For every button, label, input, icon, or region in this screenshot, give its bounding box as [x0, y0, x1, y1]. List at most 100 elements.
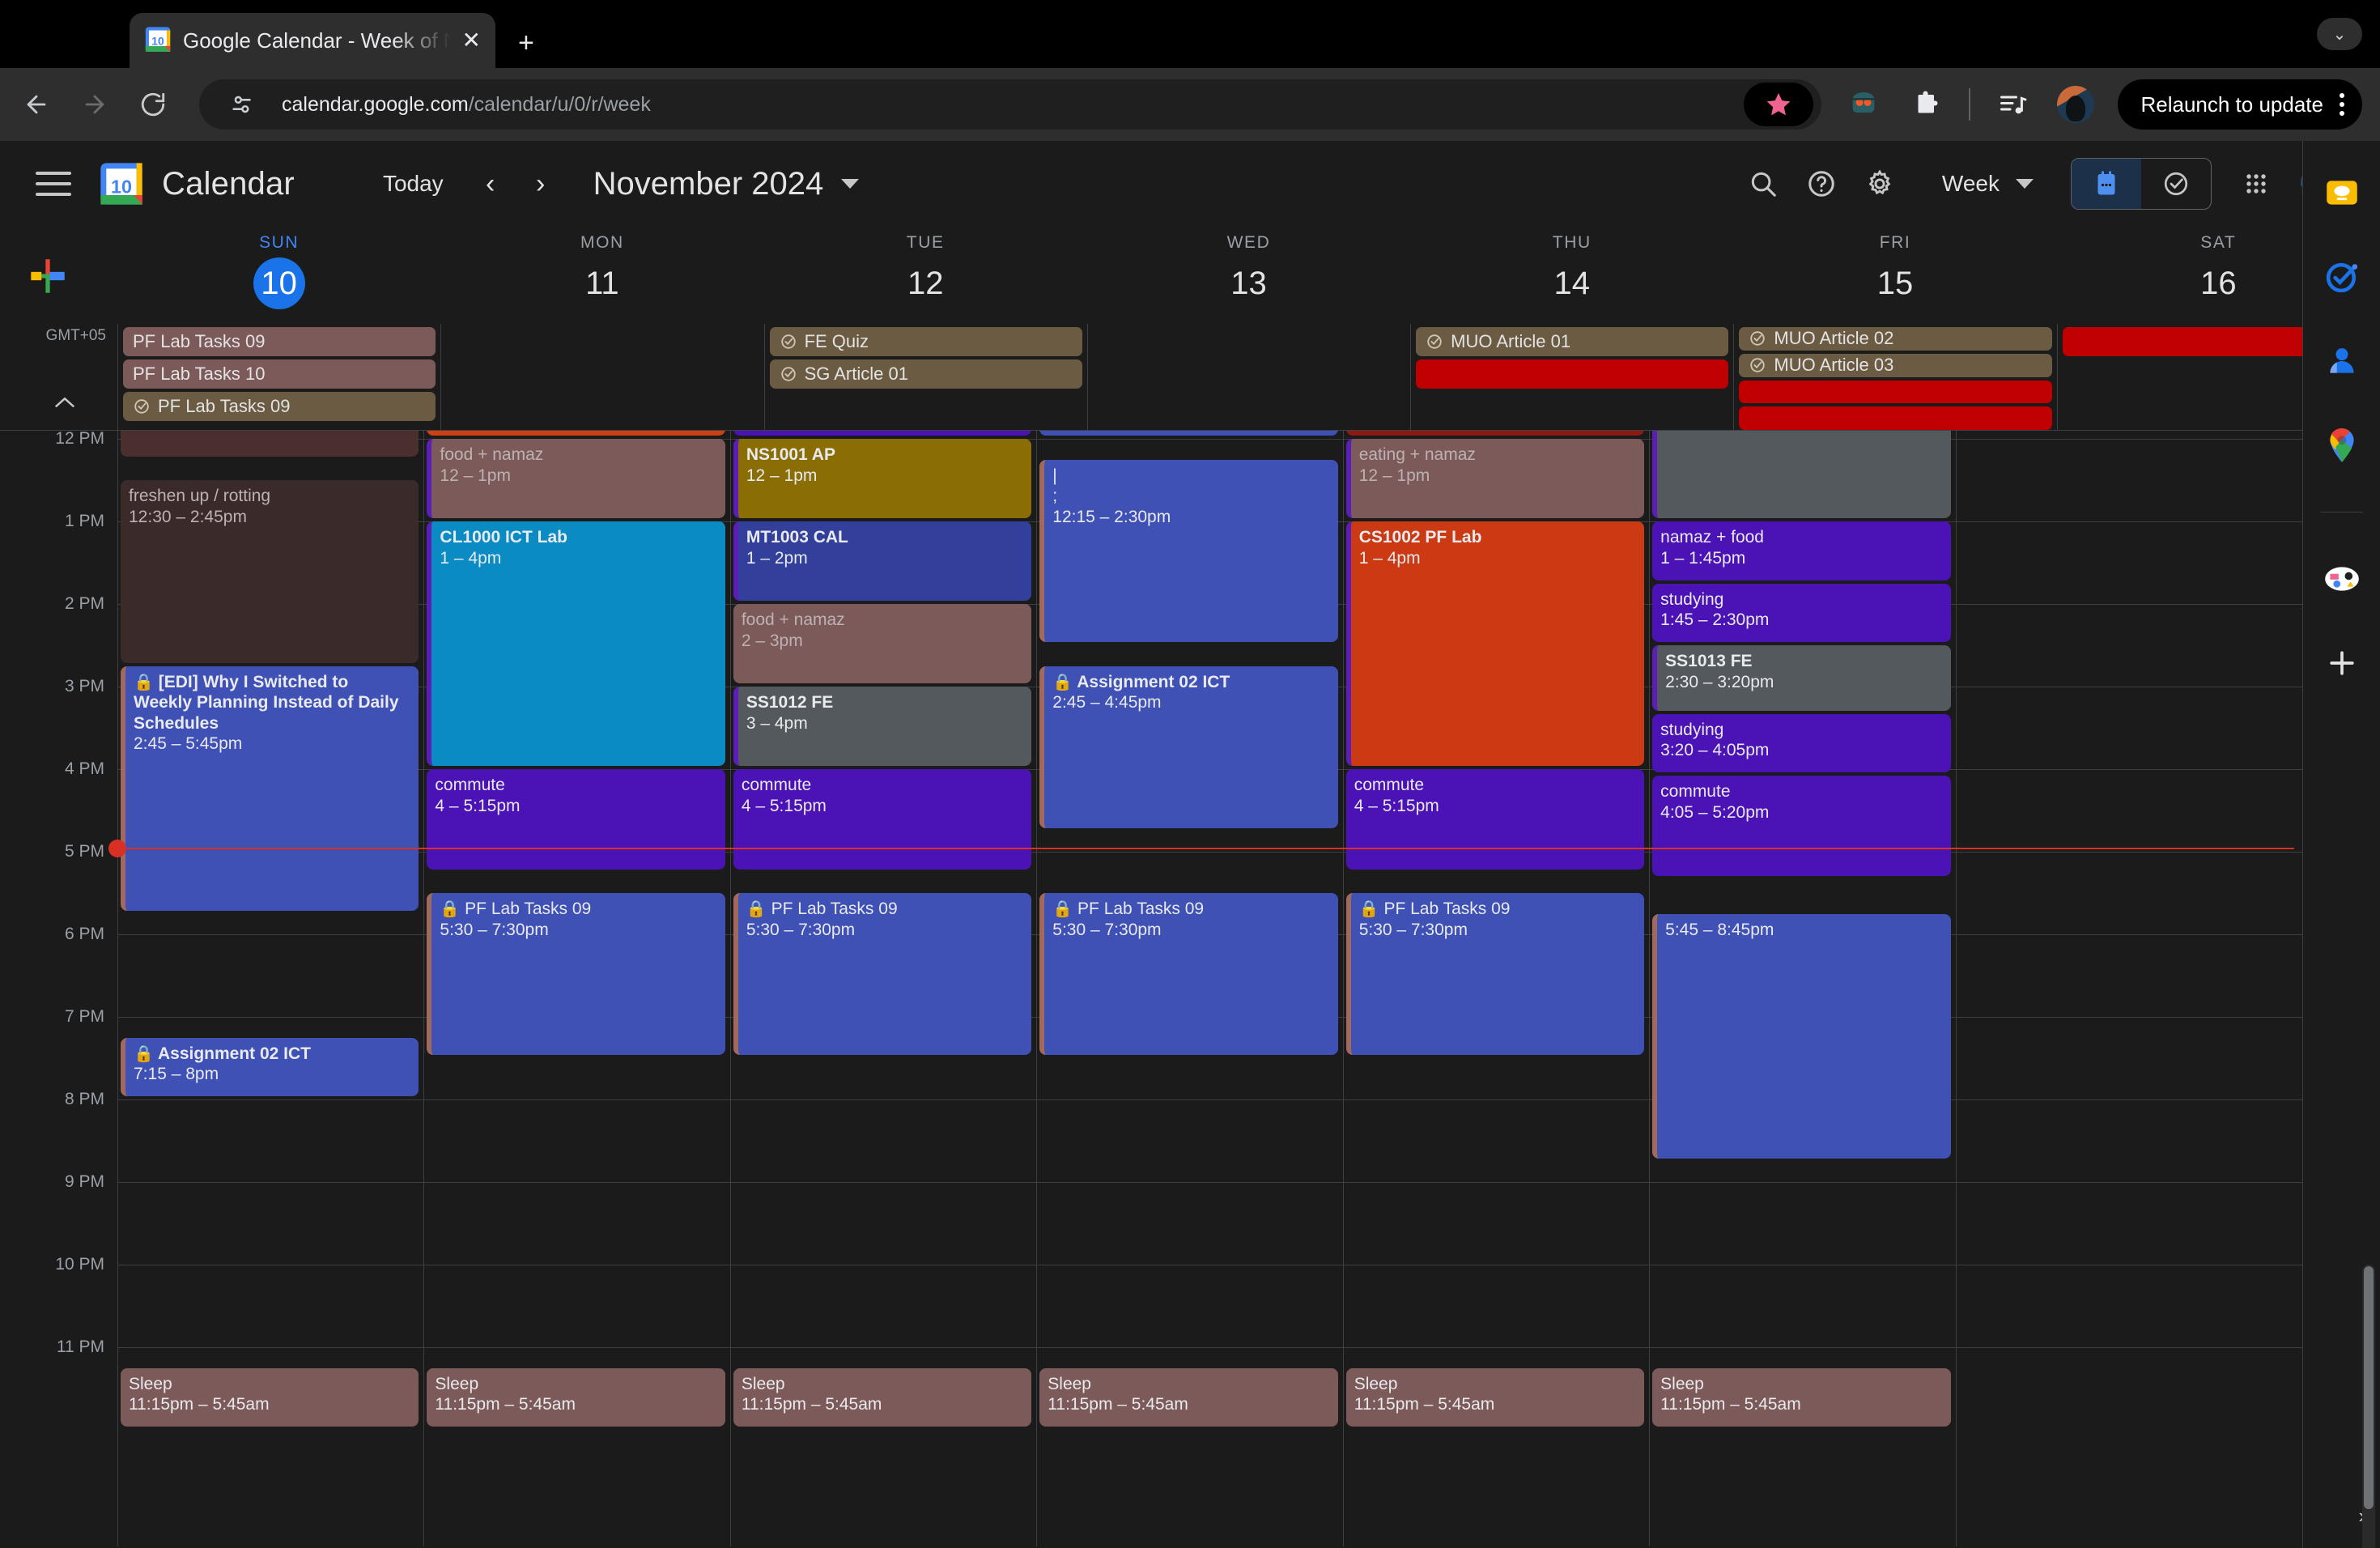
keep-icon[interactable] — [2319, 170, 2365, 215]
marketplace-icon[interactable] — [2319, 556, 2365, 602]
tasks-icon[interactable] — [2319, 254, 2365, 300]
close-icon[interactable]: ✕ — [462, 29, 481, 52]
next-week-icon[interactable]: › — [516, 159, 566, 209]
media-playlist-icon[interactable] — [1991, 83, 2034, 125]
day-header-fri[interactable]: FRI 15 — [1733, 227, 2056, 324]
calendar-event[interactable]: studying 3:20 – 4:05pm — [1652, 713, 1951, 773]
calendar-event[interactable]: food + namaz 12 – 1pm — [427, 439, 725, 518]
day-number[interactable]: 15 — [1869, 257, 1921, 309]
time-grid-scroll[interactable]: 12 PM 1 PM 2 PM 3 PM 4 PM 5 PM 6 PM 7 PM 8 PM 9 P… — [0, 431, 2380, 1546]
day-header-wed[interactable]: WED 13 — [1087, 227, 1410, 324]
calendar-event[interactable]: | ; 12:15 – 2:30pm — [1039, 459, 1338, 642]
calendar-event[interactable]: NS1001 AP 12 – 1pm — [733, 439, 1032, 518]
calendar-event[interactable]: commute 4 – 5:15pm — [1345, 769, 1645, 870]
day-number[interactable]: 16 — [2192, 257, 2244, 309]
help-icon[interactable] — [1796, 159, 1847, 209]
day-header-mon[interactable]: MON 11 — [440, 227, 763, 324]
all-day-event[interactable]: FE Quiz — [769, 327, 1082, 356]
day-number[interactable]: 14 — [1546, 257, 1598, 309]
profile-avatar-icon[interactable] — [2055, 83, 2097, 125]
calendar-event[interactable]: CS1002 PF Lab 1 – 4pm — [1345, 521, 1645, 766]
bookmark-star-icon[interactable] — [1744, 83, 1814, 126]
extensions-puzzle-icon[interactable] — [1906, 83, 1948, 125]
all-day-event[interactable]: MUO Article 01 — [1416, 327, 1729, 356]
day-number[interactable]: 12 — [899, 257, 951, 309]
main-menu-icon[interactable] — [29, 159, 78, 208]
calendar-event[interactable]: SS1012 FE 3 – 4pm — [733, 687, 1032, 766]
calendar-view-button[interactable] — [2072, 159, 2141, 209]
vertical-scrollbar[interactable] — [2362, 1265, 2375, 1548]
add-icon[interactable] — [2319, 640, 2365, 686]
back-icon[interactable] — [18, 86, 55, 123]
all-day-event[interactable] — [1739, 406, 2052, 430]
calendar-event[interactable]: Sleep 11:15pm – 5:45am — [1039, 1367, 1338, 1427]
day-number[interactable]: 10 — [253, 257, 305, 309]
chrome-menu-icon[interactable] — [2335, 93, 2349, 116]
reload-icon[interactable] — [134, 86, 172, 123]
calendar-event[interactable]: food + namaz 2 – 3pm — [733, 604, 1032, 683]
calendar-event[interactable] — [121, 431, 419, 457]
relaunch-to-update-button[interactable]: Relaunch to update — [2118, 79, 2362, 130]
apps-grid-icon[interactable] — [2231, 159, 2281, 209]
calendar-event[interactable]: Sleep 11:15pm – 5:45am — [427, 1367, 725, 1427]
calendar-event[interactable]: studying 1:45 – 2:30pm — [1652, 583, 1951, 642]
calendar-event[interactable] — [733, 431, 1032, 436]
new-tab-button[interactable]: + — [518, 29, 534, 57]
all-day-event[interactable]: MUO Article 03 — [1739, 353, 2052, 377]
calendar-event[interactable] — [1039, 431, 1338, 436]
calendar-event[interactable]: commute 4 – 5:15pm — [733, 769, 1032, 870]
month-title-dropdown[interactable]: November 2024 — [593, 166, 860, 202]
calendar-event[interactable]: 🔒 PF Lab Tasks 09 5:30 – 7:30pm — [1345, 893, 1645, 1055]
day-header-tue[interactable]: TUE 12 — [764, 227, 1087, 324]
all-day-event[interactable]: PF Lab Tasks 09 — [123, 327, 436, 356]
calendar-event[interactable]: 🔒 PF Lab Tasks 09 5:30 – 7:30pm — [733, 893, 1032, 1055]
create-event-button[interactable] — [23, 251, 73, 301]
calendar-event[interactable]: Sleep 11:15pm – 5:45am — [1652, 1367, 1951, 1427]
scrollbar-thumb[interactable] — [2364, 1266, 2374, 1509]
all-day-column-1[interactable] — [440, 324, 763, 430]
calendar-event[interactable]: MT1003 CAL 1 – 2pm — [733, 521, 1032, 601]
gear-icon[interactable] — [1855, 159, 1905, 209]
day-number[interactable]: 13 — [1222, 257, 1274, 309]
all-day-event[interactable]: PF Lab Tasks 10 — [123, 359, 436, 389]
browser-tab[interactable]: 10 Google Calendar - Week of No ✕ — [130, 13, 495, 68]
calendar-event[interactable]: namaz + food 1 – 1:45pm — [1652, 521, 1951, 580]
day-column-sat[interactable] — [1955, 431, 2262, 1546]
address-bar[interactable]: calendar.google.com/calendar/u/0/r/week — [199, 79, 1822, 130]
calendar-event[interactable]: 🔒 [EDI] Why I Switched to Weekly Plannin… — [121, 666, 419, 911]
calendar-event[interactable]: 🔒 Assignment 02 ICT 7:15 – 8pm — [121, 1037, 419, 1096]
site-info-icon[interactable] — [222, 83, 264, 125]
all-day-event[interactable]: MUO Article 02 — [1739, 327, 2052, 351]
calendar-event[interactable] — [427, 431, 725, 436]
calendar-event[interactable]: 5:45 – 8:45pm — [1652, 913, 1951, 1159]
day-number[interactable]: 11 — [576, 257, 628, 309]
maps-icon[interactable] — [2319, 423, 2365, 468]
calendar-event[interactable]: Sleep 11:15pm – 5:45am — [1345, 1367, 1645, 1427]
calendar-event[interactable]: SS1013 FE 2:30 – 3:20pm — [1652, 645, 1951, 711]
all-day-event[interactable]: PF Lab Tasks 09 — [123, 392, 436, 421]
all-day-event[interactable] — [1416, 359, 1729, 389]
calendar-event[interactable] — [1652, 431, 1951, 518]
all-day-column-2[interactable]: FE Quiz SG Article 01 — [763, 324, 1087, 430]
extension-mask-icon[interactable] — [1842, 83, 1885, 125]
all-day-event[interactable]: SG Article 01 — [769, 359, 1082, 389]
all-day-column-3[interactable] — [1086, 324, 1410, 430]
calendar-event[interactable]: commute 4:05 – 5:20pm — [1652, 776, 1951, 876]
all-day-column-0[interactable]: PF Lab Tasks 09 PF Lab Tasks 10 PF Lab Tas… — [117, 324, 440, 430]
view-selector[interactable]: Week — [1924, 161, 2051, 206]
day-header-sun[interactable]: SUN 10 — [117, 227, 440, 324]
today-button[interactable]: Today — [361, 159, 465, 209]
contacts-icon[interactable] — [2319, 338, 2365, 384]
calendar-event[interactable]: Sleep 11:15pm – 5:45am — [121, 1367, 419, 1427]
tasks-view-button[interactable] — [2141, 159, 2211, 209]
all-day-event[interactable] — [1739, 380, 2052, 404]
forward-icon[interactable] — [76, 86, 113, 123]
chevron-down-icon[interactable]: ⌄ — [2317, 18, 2362, 50]
all-day-column-5[interactable]: MUO Article 02 MUO Article 03 — [1733, 324, 2056, 430]
calendar-event[interactable]: 🔒 Assignment 02 ICT 2:45 – 4:45pm — [1039, 666, 1338, 828]
calendar-event[interactable]: CL1000 ICT Lab 1 – 4pm — [427, 521, 725, 766]
search-icon[interactable] — [1738, 159, 1788, 209]
day-header-thu[interactable]: THU 14 — [1410, 227, 1733, 324]
calendar-event[interactable]: commute 4 – 5:15pm — [427, 769, 725, 870]
all-day-column-4[interactable]: MUO Article 01 — [1410, 324, 1733, 430]
